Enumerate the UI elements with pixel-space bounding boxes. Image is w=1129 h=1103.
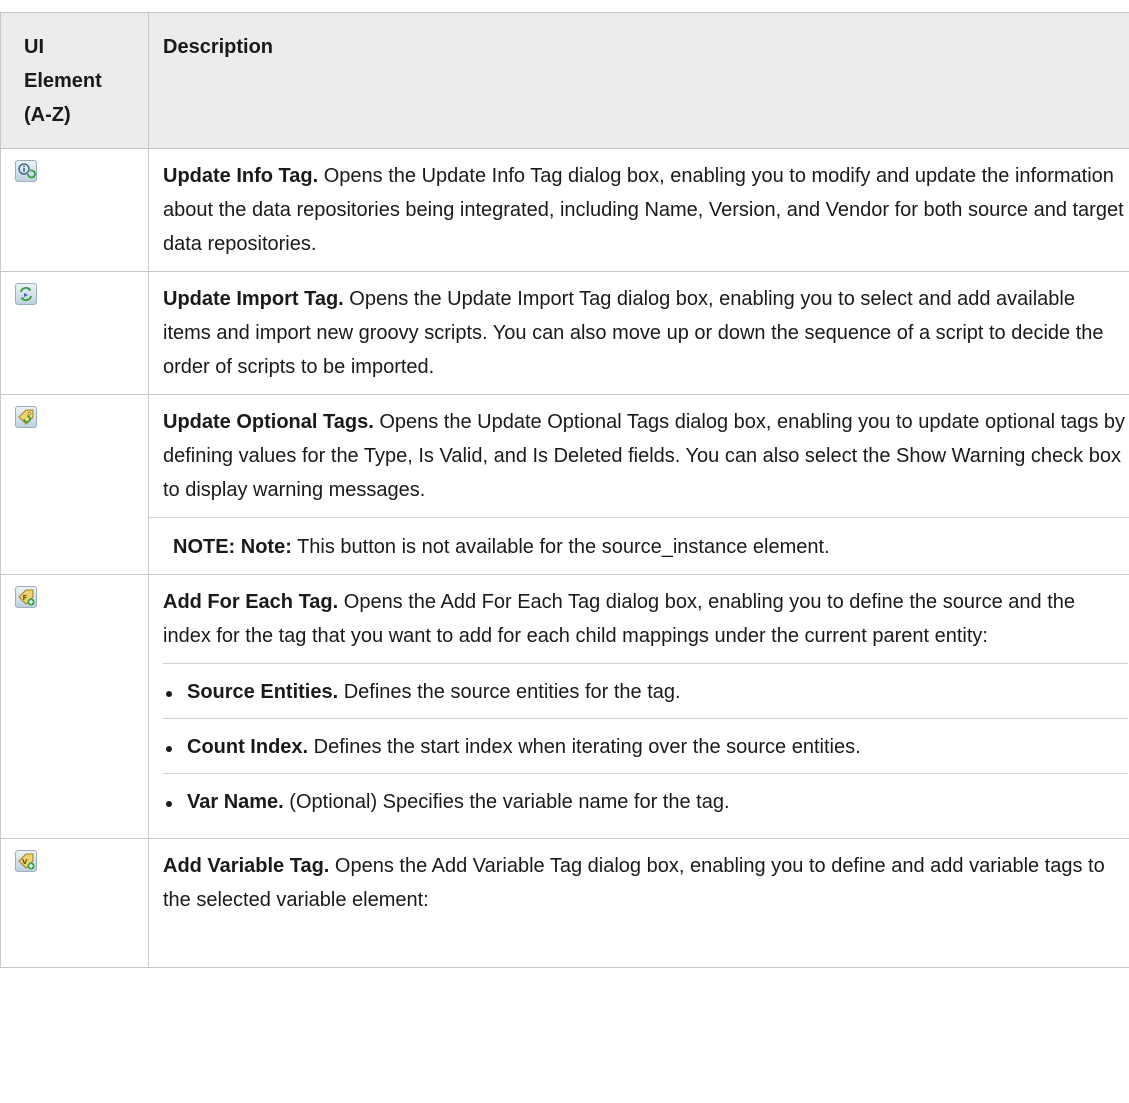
note-label: NOTE: Note:: [173, 536, 292, 558]
description-cell: Add Variable Tag. Opens the Add Variable…: [148, 838, 1129, 968]
icon-cell: [0, 148, 149, 272]
list-item: Source Entities. Defines the source enti…: [163, 663, 1128, 718]
description-cell: Update Import Tag. Opens the Update Impo…: [148, 271, 1129, 395]
header-ui-element: UI Element (A-Z): [0, 12, 149, 149]
row-title: Add Variable Tag.: [163, 855, 330, 877]
ui-element-table: UI Element (A-Z) Description Update Info…: [0, 12, 1129, 968]
list-item-label: Source Entities.: [187, 681, 339, 703]
update-import-tag-icon: [15, 283, 37, 305]
row-description: Update Import Tag. Opens the Update Impo…: [163, 282, 1128, 384]
icon-cell: [0, 394, 149, 575]
table-row: Update Optional Tags. Opens the Update O…: [0, 394, 1129, 575]
add-variable-tag-icon: V: [15, 850, 37, 872]
table-header-row: UI Element (A-Z) Description: [0, 12, 1129, 149]
row-title: Update Import Tag.: [163, 288, 344, 310]
list-item-label: Var Name.: [187, 791, 284, 813]
bullet-list: Source Entities. Defines the source enti…: [163, 663, 1128, 828]
svg-text:F: F: [23, 594, 28, 602]
ui-element-table-container: UI Element (A-Z) Description Update Info…: [0, 12, 1129, 968]
icon-cell: V: [0, 838, 149, 968]
description-cell: Update Info Tag. Opens the Update Info T…: [148, 148, 1129, 272]
list-item: Var Name. (Optional) Specifies the varia…: [163, 773, 1128, 828]
header-ui-element-line2: Element: [24, 70, 102, 92]
add-for-each-tag-icon: F: [15, 586, 37, 608]
icon-cell: [0, 271, 149, 395]
list-item-text: (Optional) Specifies the variable name f…: [283, 791, 730, 813]
row-description: Add Variable Tag. Opens the Add Variable…: [163, 849, 1128, 917]
row-description: Update Optional Tags. Opens the Update O…: [163, 405, 1128, 507]
list-item-label: Count Index.: [187, 736, 309, 758]
description-cell: Update Optional Tags. Opens the Update O…: [148, 394, 1129, 575]
description-cell: Add For Each Tag. Opens the Add For Each…: [148, 574, 1129, 839]
list-item-text: Defines the source entities for the tag.: [338, 681, 681, 703]
row-title: Update Optional Tags.: [163, 411, 374, 433]
note: NOTE: Note: This button is not available…: [163, 518, 1128, 564]
icon-cell: F: [0, 574, 149, 839]
table-row: Update Info Tag. Opens the Update Info T…: [0, 148, 1129, 272]
update-info-tag-icon: [15, 160, 37, 182]
row-description: Add For Each Tag. Opens the Add For Each…: [163, 585, 1128, 653]
svg-text:V: V: [22, 858, 28, 866]
row-description: Update Info Tag. Opens the Update Info T…: [163, 159, 1128, 261]
header-ui-element-line1: UI: [24, 36, 44, 58]
table-row: F Add For Each Tag. Opens the Add For Ea…: [0, 574, 1129, 839]
header-description: Description: [148, 12, 1129, 149]
table-row: V Add Variable Tag. Opens the Add Variab…: [0, 838, 1129, 968]
note-text: This button is not available for the sou…: [291, 536, 830, 558]
list-item: Count Index. Defines the start index whe…: [163, 718, 1128, 773]
list-item-text: Defines the start index when iterating o…: [308, 736, 861, 758]
row-title: Add For Each Tag.: [163, 591, 339, 613]
update-optional-tags-icon: [15, 406, 37, 428]
table-row: Update Import Tag. Opens the Update Impo…: [0, 271, 1129, 395]
row-title: Update Info Tag.: [163, 165, 319, 187]
header-ui-element-line3: (A-Z): [24, 104, 71, 126]
